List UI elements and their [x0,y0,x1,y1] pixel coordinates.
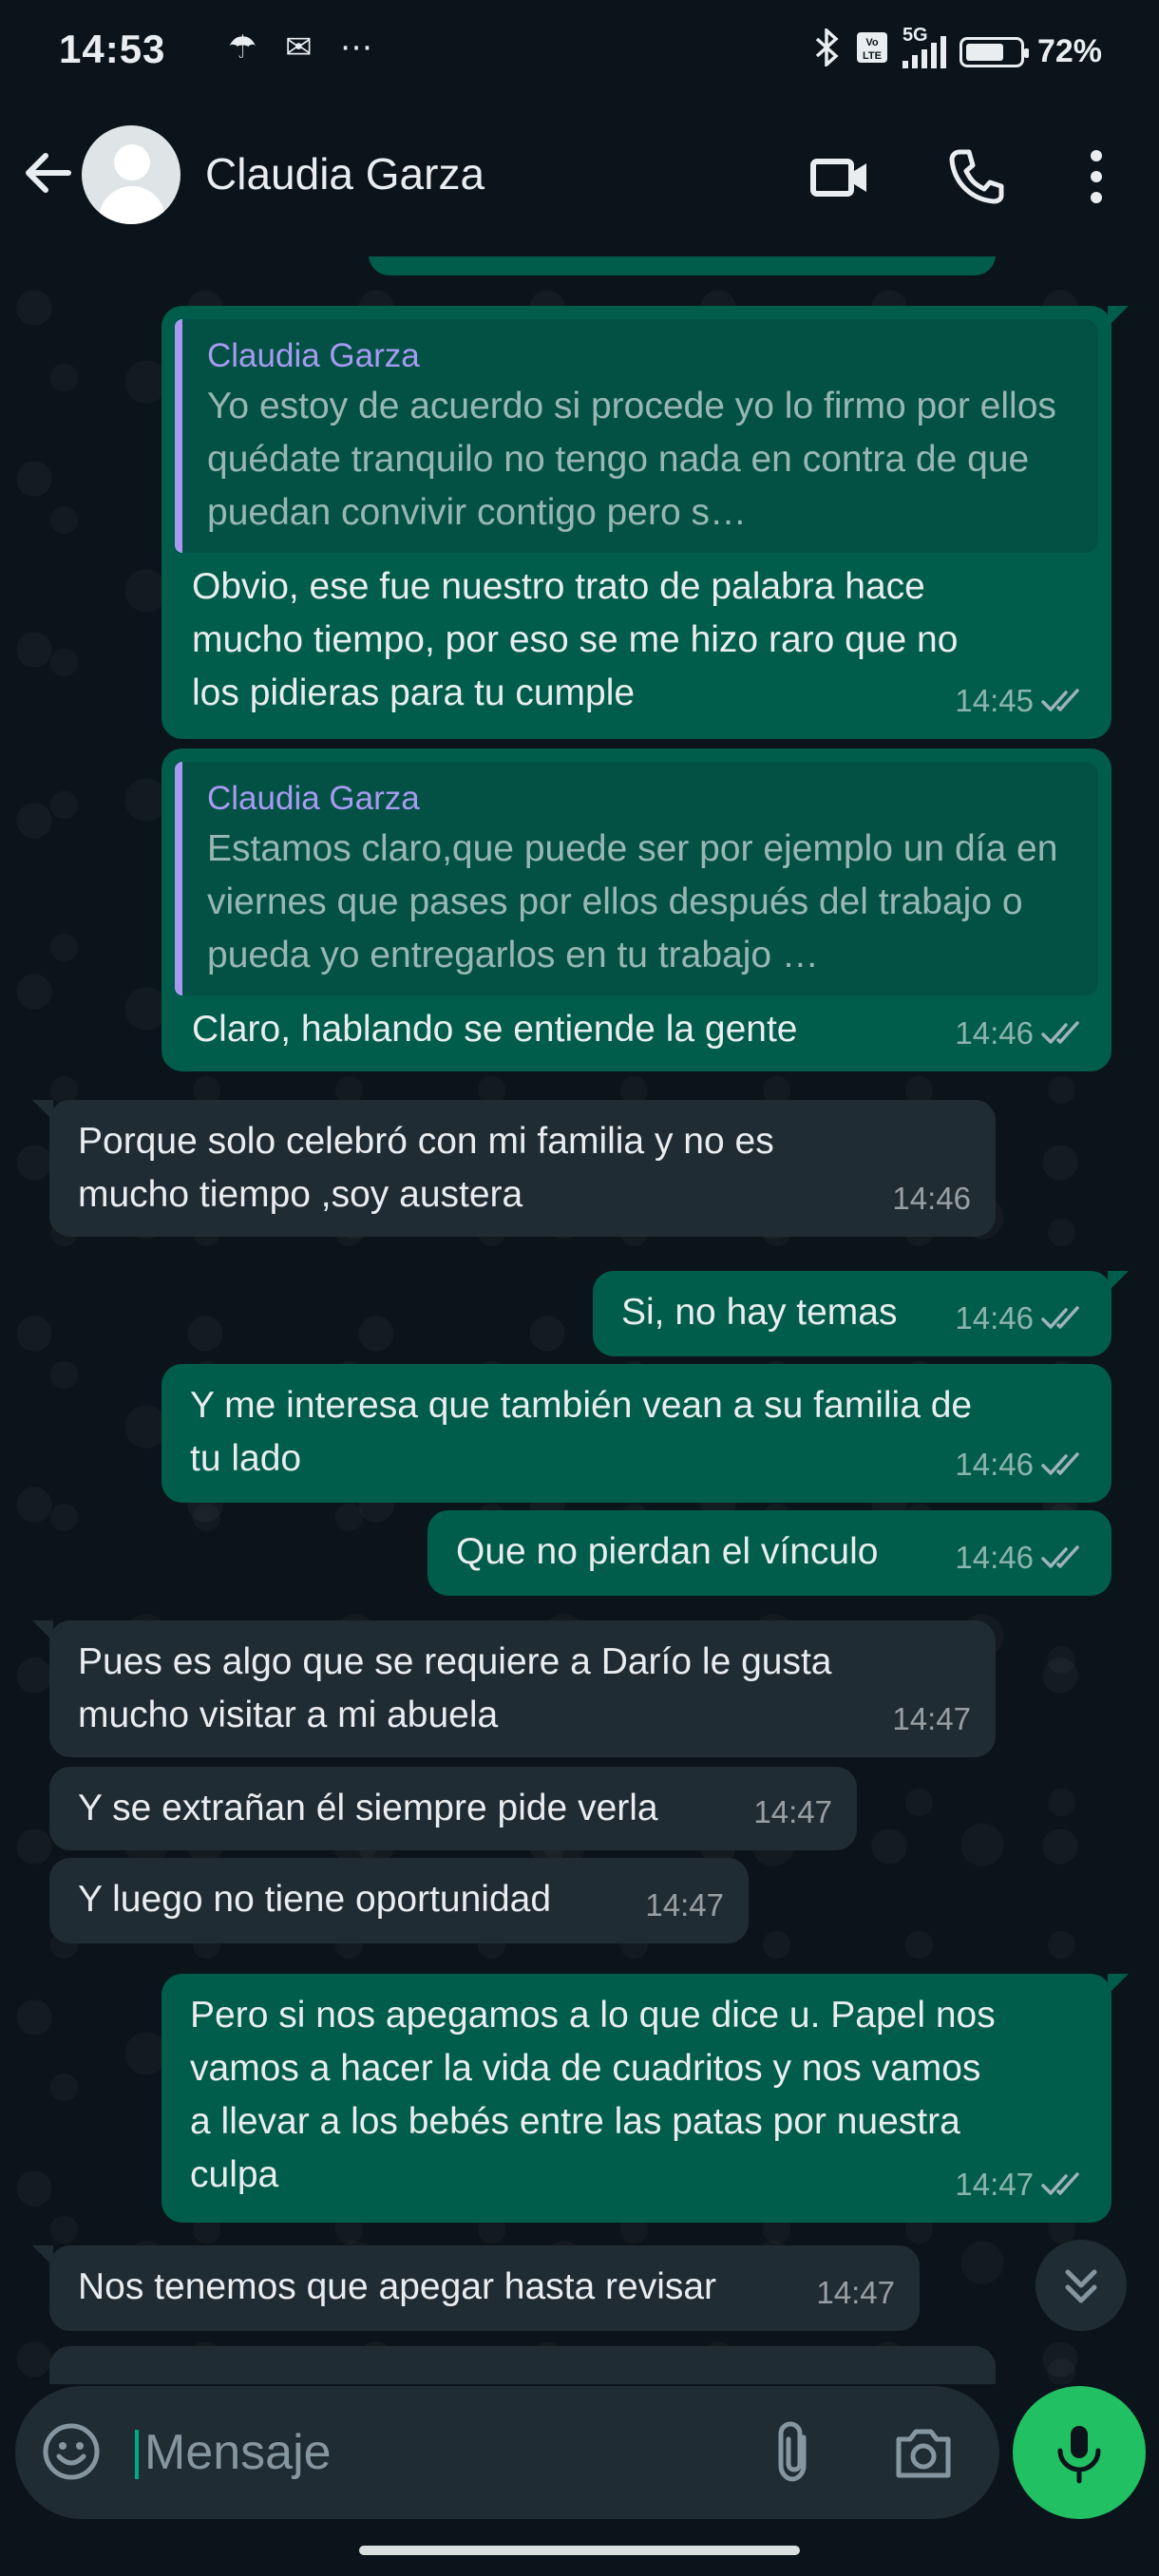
signal-icon: 5G [902,25,946,68]
quote-text: Yo estoy de acuerdo si procede yo lo fir… [207,386,1056,533]
attach-icon[interactable] [762,2418,828,2487]
message-meta: 14:46 [955,1531,1087,1584]
message-composer [15,2386,999,2519]
battery-percent: 72% [1036,33,1102,69]
quote-author: Claudia Garza [207,780,420,817]
chat-messages[interactable]: Claudia Garza Yo estoy de acuerdo si pro… [0,256,1159,2384]
status-time: 14:53 [59,27,166,71]
message-text: Pero si nos apegamos a lo que dice u. Pa… [190,1995,996,2195]
message-time: 14:47 [816,2275,895,2310]
volte-icon: Vo LTE [855,30,889,73]
bluetooth-icon [813,27,842,75]
read-ticks-icon [1041,2172,1079,2195]
message-time: 14:46 [955,1300,1034,1335]
message-text: Pues es algo que se requiere a Darío le … [78,1641,832,1735]
more-dots-icon: ⋯ [339,29,372,66]
message-bubble-outgoing[interactable]: Si, no hay temas 14:46 [593,1271,1129,1356]
message-bubble-outgoing[interactable]: Y me interesa que también vean a su fami… [162,1364,1112,1503]
message-time: 14:47 [892,1701,971,1736]
double-chevron-down-icon [1065,2269,1097,2303]
partial-message-bottom [49,2346,996,2384]
read-ticks-icon [1041,1545,1079,1568]
status-right-icons: Vo LTE 5G 72% [813,25,1102,75]
message-bubble-outgoing[interactable]: Claudia Garza Estamos claro,que puede se… [162,748,1112,1071]
read-ticks-icon [1041,689,1079,711]
message-time: 14:46 [955,1015,1034,1051]
network-type: 5G [902,24,928,46]
svg-text:LTE: LTE [863,50,882,62]
home-indicator[interactable] [359,2546,800,2555]
message-time: 14:46 [955,1540,1034,1575]
message-text: Nos tenemos que apegar hasta revisar [78,2266,717,2307]
quote-author: Claudia Garza [207,337,420,374]
mic-button[interactable] [1013,2386,1146,2519]
mic-icon [1057,2426,1101,2484]
partial-message-top [369,256,996,275]
battery-fill [965,43,1003,61]
message-meta: 14:46 [892,1172,971,1225]
message-time: 14:45 [955,683,1034,718]
message-time: 14:47 [955,2167,1034,2202]
message-text: Y me interesa que también vean a su fami… [190,1385,973,1479]
battery-icon [959,36,1029,67]
back-arrow-icon[interactable] [17,142,78,203]
message-bubble-incoming[interactable]: Y se extrañan él siempre pide verla 14:4… [49,1767,857,1850]
message-meta: 14:47 [753,1786,832,1839]
message-meta: 14:46 [955,1438,1087,1491]
notification-icon: ✉ [284,29,313,66]
quoted-message[interactable]: Claudia Garza Estamos claro,que puede se… [175,762,1098,995]
message-time: 14:47 [645,1887,724,1923]
message-bubble-outgoing[interactable]: Claudia Garza Yo estoy de acuerdo si pro… [162,306,1129,739]
message-text: Y luego no tiene oportunidad [78,1879,552,1920]
status-bar: 14:53 ☂ ✉ ⋯ Vo LTE 5G 72% [0,0,1159,104]
message-bubble-outgoing[interactable]: Que no pierdan el vínculo 14:46 [428,1510,1112,1596]
emoji-icon[interactable] [40,2420,103,2483]
camera-icon[interactable] [889,2418,958,2487]
message-meta: 14:47 [955,2158,1087,2211]
more-vert-icon[interactable] [1062,142,1130,211]
message-meta: 14:47 [892,1693,971,1746]
message-time: 14:47 [753,1794,832,1829]
message-text: Y se extrañan él siempre pide verla [78,1788,658,1828]
message-bubble-incoming[interactable]: Y luego no tiene oportunidad 14:47 [49,1858,749,1943]
read-ticks-icon [1041,1306,1079,1329]
quoted-message[interactable]: Claudia Garza Yo estoy de acuerdo si pro… [175,319,1098,553]
message-text: Porque solo celebró con mi familia y no … [78,1121,774,1215]
message-meta: 14:47 [816,2266,895,2320]
quote-text: Estamos claro,que puede ser por ejemplo … [207,828,1058,975]
status-left-icons: ☂ ✉ ⋯ [228,28,391,66]
contact-name[interactable]: Claudia Garza [205,148,484,199]
message-bubble-incoming[interactable]: Nos tenemos que apegar hasta revisar 14:… [32,2245,920,2331]
phone-icon[interactable] [942,142,1011,211]
message-meta: 14:47 [645,1879,724,1932]
weather-icon: ☂ [228,29,257,66]
message-meta: 14:46 [955,1007,1087,1060]
message-meta: 14:46 [955,1292,1087,1345]
message-input[interactable] [135,2420,754,2485]
chat-header: Claudia Garza [0,104,1159,256]
read-ticks-icon [1041,1021,1079,1044]
message-time: 14:46 [955,1447,1034,1482]
message-meta: 14:45 [955,674,1087,728]
read-ticks-icon [1041,1452,1079,1475]
svg-text:Vo: Vo [865,37,879,48]
avatar[interactable] [82,125,180,224]
message-bubble-incoming[interactable]: Pues es algo que se requiere a Darío le … [32,1620,996,1757]
scroll-to-bottom-button[interactable] [1036,2240,1127,2331]
message-bubble-incoming[interactable]: Porque solo celebró con mi familia y no … [32,1100,996,1237]
video-call-icon[interactable] [806,142,874,211]
message-time: 14:46 [892,1181,971,1216]
message-bubble-outgoing[interactable]: Pero si nos apegamos a lo que dice u. Pa… [162,1974,1129,2223]
